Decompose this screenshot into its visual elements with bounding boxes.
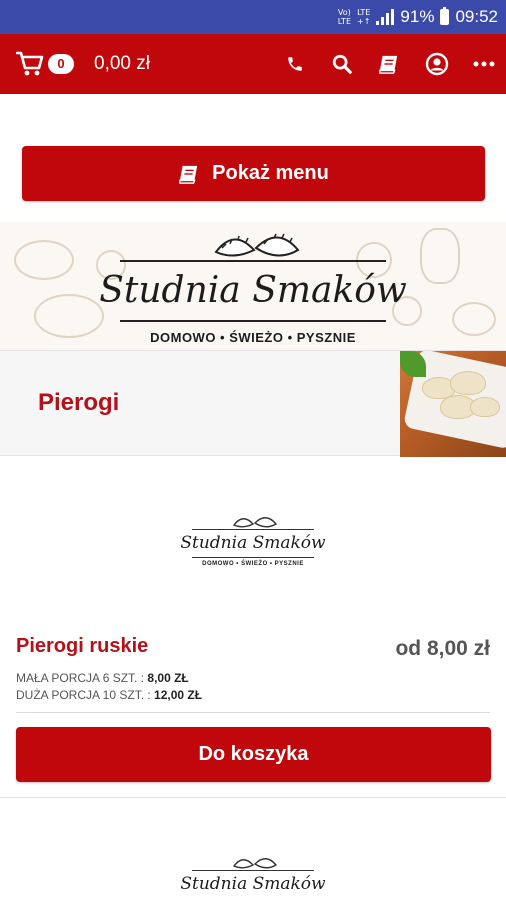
phone-icon[interactable] [283,52,307,76]
product-card: Studnia Smaków DOMOWO • ŚWIEŻO • PYSZNIE… [0,457,506,797]
volte-indicator: Vo) LTE [337,8,352,26]
show-menu-label: Pokaż menu [212,162,329,184]
category-photo [400,351,506,457]
account-icon[interactable] [425,52,449,76]
menu-book-icon [179,165,198,184]
search-icon[interactable] [330,52,354,76]
portion-option: MAŁA PORCJA 6 SZT. : 8,00 ZŁ [16,671,189,685]
divider [0,797,506,798]
brand-tagline: DOMOWO • ŚWIEŻO • PYSZNIE [150,330,356,345]
product-logo-tagline: DOMOWO • ŚWIEŻO • PYSZNIE [202,561,304,567]
signal-icon [376,9,395,25]
next-product-logo-text: Studnia Smaków [180,874,326,894]
portion-option: DUŻA PORCJA 10 SZT. : 12,00 ZŁ [16,688,203,702]
more-icon[interactable] [472,52,496,76]
add-to-cart-button[interactable]: Do koszyka [16,727,491,782]
cart-total: 0,00 zł [94,53,150,74]
battery-percent: 91% [400,7,435,26]
brand-banner: Studnia Smaków DOMOWO • ŚWIEŻO • PYSZNIE [0,222,506,350]
product-logo-text: Studnia Smaków [180,533,326,553]
status-bar: Vo) LTE LTE +↑ 91% 09:52 [0,0,506,34]
cart-count-badge[interactable]: 0 [48,54,74,74]
menu-book-icon[interactable] [377,52,401,76]
brand-logo-text: Studnia Smaków [99,270,407,311]
product-price: od 8,00 zł [395,637,490,660]
lte-indicator: LTE +↑ [357,8,371,26]
category-header[interactable]: Pierogi [0,350,506,457]
clock: 09:52 [455,7,498,26]
cart-icon[interactable] [15,51,44,77]
product-name[interactable]: Pierogi ruskie [16,635,148,658]
app-toolbar: 0 0,00 zł [0,34,506,94]
category-title: Pierogi [38,389,120,416]
divider [16,712,490,713]
battery-icon [440,7,450,25]
next-product-placeholder-logo: Studnia Smaków [0,854,506,900]
show-menu-button[interactable]: Pokaż menu [22,146,485,201]
